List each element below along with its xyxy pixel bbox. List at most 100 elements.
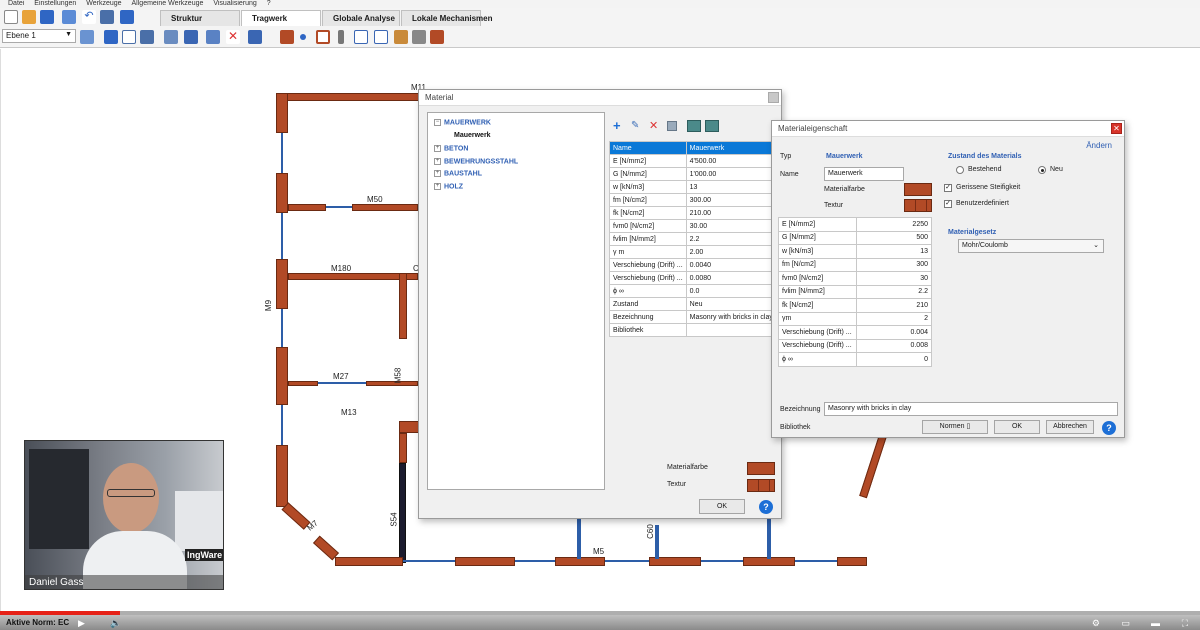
level-edit-icon[interactable]	[80, 30, 94, 44]
gerissene-checkbox[interactable]: ✓	[944, 184, 952, 192]
property-row[interactable]: fk [N/cm2] 210.00	[609, 206, 778, 220]
value-input[interactable]: 0.008	[855, 338, 933, 353]
binoculars-icon[interactable]	[104, 30, 118, 44]
menu-datei[interactable]: Datei	[8, 0, 24, 7]
materialgesetz-dropdown[interactable]: Mohr/Coulomb ⌄	[958, 239, 1104, 253]
tab-globale-analyse[interactable]: Globale Analyse	[322, 10, 400, 26]
menu-einstellungen[interactable]: Einstellungen	[34, 0, 76, 7]
wall-m9-segment[interactable]	[276, 173, 288, 213]
wall-grid-icon[interactable]	[280, 30, 294, 44]
measure-icon[interactable]	[248, 30, 262, 44]
miniplayer-icon[interactable]: ▭	[1121, 618, 1130, 629]
wall-m27[interactable]	[366, 381, 418, 386]
property-value[interactable]: 210.00	[685, 206, 778, 220]
property-row[interactable]: Bibliothek	[609, 323, 778, 337]
wall-m50[interactable]	[352, 204, 418, 211]
tab-struktur[interactable]: Struktur	[160, 10, 240, 26]
value-input[interactable]: 2.2	[855, 284, 933, 299]
materialfarbe-swatch[interactable]	[747, 462, 775, 475]
name-field[interactable]: Mauerwerk	[824, 167, 904, 181]
frame-icon[interactable]	[316, 30, 330, 44]
aendern-link[interactable]: Ändern	[1086, 141, 1112, 150]
value-input[interactable]: 0.004	[855, 325, 933, 340]
benutzer-checkbox[interactable]: ✓	[944, 200, 952, 208]
property-row[interactable]: ϕ ∞ 0.0	[609, 284, 778, 298]
tree-item-holz[interactable]: + HOLZ	[434, 183, 463, 190]
normen-button[interactable]: Normen ▯	[922, 420, 988, 434]
property-row[interactable]: w [kN/m3] 13	[609, 180, 778, 194]
delete-icon[interactable]: ✕	[649, 119, 658, 132]
value-input[interactable]: 300	[855, 257, 933, 272]
tree-item-beton[interactable]: + BETON	[434, 145, 468, 152]
copy-icon[interactable]	[206, 30, 220, 44]
menu-allgemeine-werkzeuge[interactable]: Allgemeine Werkzeuge	[132, 0, 204, 7]
library-icon[interactable]	[687, 120, 701, 132]
edit-icon[interactable]: ✎	[631, 120, 639, 131]
property-row[interactable]: Verschiebung (Drift) ... 0.0080	[609, 271, 778, 285]
menu-werkzeuge[interactable]: Werkzeuge	[86, 0, 121, 7]
expand-icon[interactable]: +	[434, 158, 441, 165]
property-value[interactable]: Mauerwerk	[685, 141, 778, 155]
wall-s54-upper[interactable]	[399, 433, 407, 463]
materialfarbe-swatch[interactable]	[904, 183, 932, 196]
property-row[interactable]: Bezeichnung Masonry with bricks in clay	[609, 310, 778, 324]
property-value[interactable]	[685, 323, 778, 337]
building-icon[interactable]	[140, 30, 154, 44]
value-input[interactable]: 30	[855, 271, 933, 286]
ok-button[interactable]: OK	[994, 420, 1040, 434]
level-dropdown[interactable]: Ebene 1 ▼	[2, 29, 76, 43]
view-glasses-icon[interactable]	[122, 30, 136, 44]
value-input[interactable]: 500	[855, 230, 933, 245]
save-as-icon[interactable]	[62, 10, 76, 24]
foundation-icon[interactable]	[394, 30, 408, 44]
delete-icon[interactable]: ✕	[226, 30, 240, 44]
property-row[interactable]: Verschiebung (Drift) ... 0.0040	[609, 258, 778, 272]
node-icon[interactable]	[300, 34, 306, 40]
radio-neu[interactable]	[1038, 166, 1046, 174]
tab-tragwerk[interactable]: Tragwerk	[241, 10, 321, 26]
wall-m9-segment[interactable]	[276, 445, 288, 507]
property-row[interactable]: G [N/mm2] 1'000.00	[609, 167, 778, 181]
value-input[interactable]: 210	[855, 298, 933, 313]
beam-icon[interactable]	[354, 30, 368, 44]
theater-icon[interactable]: ▬	[1151, 618, 1160, 628]
table-icon[interactable]	[164, 30, 178, 44]
property-value[interactable]: Masonry with bricks in clay	[685, 310, 778, 324]
save-icon[interactable]	[40, 10, 54, 24]
help-icon[interactable]: ?	[1102, 421, 1116, 435]
expand-icon[interactable]: +	[434, 183, 441, 190]
new-file-icon[interactable]	[4, 10, 18, 24]
property-value[interactable]: 0.0080	[685, 271, 778, 285]
support-icon[interactable]	[412, 30, 426, 44]
wall-m58-upper[interactable]	[399, 273, 407, 339]
property-value[interactable]: 2.2	[685, 232, 778, 246]
property-row[interactable]: Zustand Neu	[609, 297, 778, 311]
settings-icon[interactable]: ⚙	[1092, 618, 1100, 629]
menu-visualisierung[interactable]: Visualisierung	[213, 0, 256, 7]
wall-m27-left[interactable]	[288, 381, 318, 386]
wall-m50-left[interactable]	[288, 204, 326, 211]
wall-m11[interactable]	[277, 93, 419, 101]
tree-item-mauerwerk-child[interactable]: Mauerwerk	[454, 132, 491, 139]
opening-icon[interactable]	[430, 30, 444, 44]
play-icon[interactable]: ▶	[78, 618, 85, 629]
close-icon[interactable]: ✕	[1111, 123, 1122, 134]
fullscreen-icon[interactable]: ⛶	[1182, 618, 1188, 629]
menu-help[interactable]: ?	[267, 0, 271, 7]
close-icon[interactable]	[768, 92, 779, 103]
property-row[interactable]: γ m 2.00	[609, 245, 778, 259]
property-value[interactable]: 2.00	[685, 245, 778, 259]
wall-corner[interactable]	[399, 421, 419, 433]
column[interactable]	[577, 519, 581, 559]
property-row[interactable]: fvlim [N/mm2] 2.2	[609, 232, 778, 246]
collapse-icon[interactable]: −	[434, 119, 441, 126]
document-icon[interactable]	[120, 10, 134, 24]
tree-item-baustahl[interactable]: + BAUSTAHL	[434, 170, 482, 177]
column[interactable]	[767, 519, 771, 559]
property-value[interactable]: 300.00	[685, 193, 778, 207]
volume-icon[interactable]: 🔈	[110, 618, 121, 629]
property-value[interactable]: Neu	[685, 297, 778, 311]
property-value[interactable]: 1'000.00	[685, 167, 778, 181]
wall-m5-b[interactable]	[455, 557, 515, 566]
expand-icon[interactable]: +	[434, 170, 441, 177]
